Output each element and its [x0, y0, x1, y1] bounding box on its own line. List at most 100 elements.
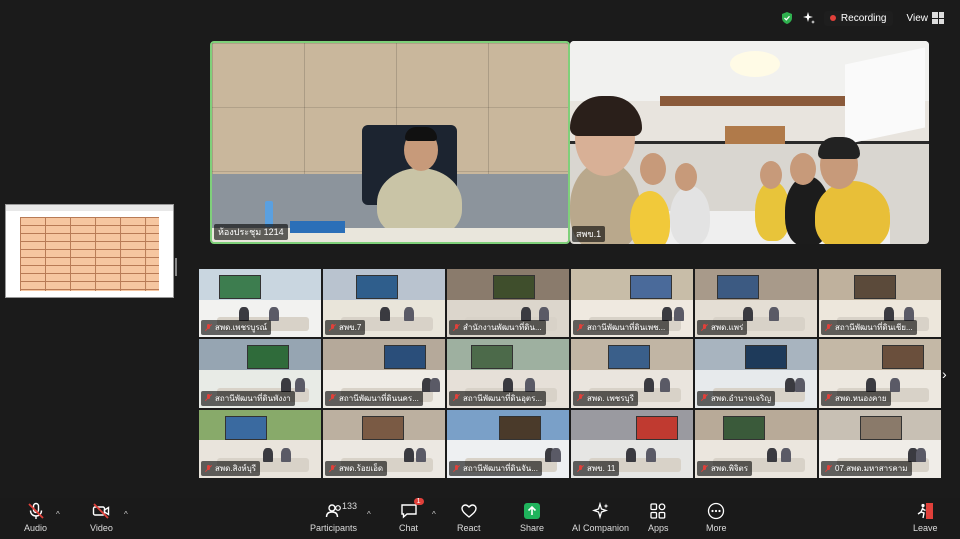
- room-person: [646, 448, 656, 462]
- react-button[interactable]: React: [457, 502, 481, 533]
- chat-button[interactable]: 1 Chat: [399, 498, 424, 533]
- gallery-tile[interactable]: สพด.แพร่: [695, 269, 817, 338]
- room-person: [239, 307, 249, 322]
- view-button[interactable]: View: [901, 10, 951, 26]
- room-screen: [493, 275, 535, 299]
- room-person: [521, 307, 531, 322]
- share-label: Share: [520, 523, 545, 533]
- active-speaker-video[interactable]: ห้องประชุม 1214: [210, 41, 570, 244]
- gallery-tile-name: สพด.อำนาจเจริญ: [711, 393, 772, 403]
- mic-muted-icon: [329, 394, 336, 402]
- room-screen: [745, 345, 787, 370]
- video-label: Video: [90, 523, 113, 533]
- gallery-tile-name: สถานีพัฒนาที่ดินเพช...: [587, 323, 666, 333]
- gallery-tile-name: สพด.พิจิตร: [711, 464, 749, 473]
- gallery-tile-name: สพข.7: [339, 323, 362, 333]
- gallery-tile-name-tag: สพด. เพชรบุรี: [573, 390, 638, 406]
- share-button[interactable]: Share: [520, 502, 544, 533]
- gallery-tile-name-tag: 07.สพด.มหาสารคาม: [821, 461, 912, 476]
- chat-icon-wrap: 1: [400, 498, 424, 520]
- gallery-tile-name-tag: สพด.แพร่: [697, 320, 748, 336]
- gallery-tile[interactable]: สพด.สิงห์บุรี: [199, 409, 321, 478]
- gallery-tile-name-tag: สพด.เพชรบูรณ์: [201, 320, 272, 336]
- participants-options-caret[interactable]: ^: [367, 510, 371, 519]
- gallery-tile[interactable]: สำนักงานพัฒนาที่ดิน...: [447, 269, 569, 338]
- gallery-tile[interactable]: สพด. เพชรบุรี: [571, 339, 693, 408]
- room-screen: [471, 345, 513, 370]
- gallery-tile-name-tag: สถานีพัฒนาที่ดินเพช...: [573, 320, 670, 336]
- audio-options-caret[interactable]: ^: [56, 510, 60, 519]
- gallery-tile[interactable]: สถานีพัฒนาที่ดินเพช...: [571, 269, 693, 338]
- apps-button[interactable]: Apps: [648, 502, 669, 533]
- mic-muted-icon: [577, 464, 584, 473]
- gallery-tile[interactable]: สถานีพัฒนาที่ดินจัน...: [447, 409, 569, 478]
- view-label: View: [906, 12, 929, 24]
- gallery-tile[interactable]: สพด.ร้อยเอ็ด: [323, 409, 445, 478]
- recording-indicator[interactable]: Recording: [823, 10, 893, 26]
- leave-button[interactable]: Leave: [913, 502, 938, 533]
- audio-label: Audio: [24, 523, 48, 533]
- room-screen: [854, 275, 896, 299]
- audio-button[interactable]: Audio: [24, 502, 47, 533]
- gallery-tile[interactable]: สถานีพัฒนาที่ดินอุตร...: [447, 339, 569, 408]
- mic-muted-icon: [453, 464, 460, 473]
- room-person: [525, 377, 535, 392]
- ai-companion-label: AI Companion: [572, 523, 630, 533]
- ai-sparkle-icon: [591, 502, 609, 520]
- mic-muted-icon: [825, 464, 832, 473]
- gallery-tile[interactable]: สพข.7: [323, 269, 445, 338]
- room-person: [644, 377, 654, 392]
- gallery-tile-name: 07.สพด.มหาสารคาม: [835, 464, 908, 473]
- ceiling-light: [730, 51, 780, 77]
- recording-dot-icon: [829, 15, 836, 21]
- video-button[interactable]: Video: [90, 502, 113, 533]
- room-screen: [723, 415, 765, 440]
- participant-video-room[interactable]: สพข.1: [570, 41, 929, 244]
- mic-muted-icon: [825, 323, 832, 332]
- video-options-caret[interactable]: ^: [124, 510, 128, 519]
- gallery-tile[interactable]: สพด.เพชรบูรณ์: [199, 269, 321, 338]
- more-button[interactable]: More: [706, 502, 727, 533]
- gallery-tile[interactable]: สถานีพัฒนาที่ดินพังงา: [199, 339, 321, 408]
- panel-resize-handle[interactable]: [175, 258, 177, 276]
- room-person: [743, 307, 753, 322]
- more-label: More: [706, 523, 727, 533]
- room-person: [626, 448, 636, 462]
- gallery-tile[interactable]: 07.สพด.มหาสารคาม: [819, 409, 941, 478]
- gallery-tile-name-tag: สพข. 11: [573, 461, 620, 476]
- room-screen: [384, 345, 426, 370]
- gallery-tile-name: สำนักงานพัฒนาที่ดิน...: [463, 323, 542, 333]
- next-page-arrow-icon[interactable]: ›: [942, 366, 952, 382]
- gallery-tile[interactable]: สถานีพัฒนาที่ดินนคร...: [323, 339, 445, 408]
- room2-name-tag: สพข.1: [572, 226, 606, 242]
- chat-options-caret[interactable]: ^: [432, 510, 436, 519]
- react-label: React: [457, 523, 481, 533]
- gallery-view: สพด.เพชรบูรณ์ สพข.7 สำนักงานพัฒนาที่ดิน...…: [199, 269, 941, 478]
- shared-document-thumbnail[interactable]: [5, 204, 174, 298]
- mic-muted-icon: [205, 464, 212, 473]
- chat-bubble-icon: [400, 504, 417, 519]
- encryption-shield-icon[interactable]: [780, 11, 794, 25]
- speaker-name: ห้องประชุม 1214: [218, 227, 284, 237]
- gallery-tile-name: สพด.แพร่: [711, 323, 744, 333]
- room-screen: [636, 415, 678, 440]
- gallery-tile-name: สพด. เพชรบุรี: [587, 393, 634, 403]
- gallery-tile-name: สพด.ร้อยเอ็ด: [339, 464, 384, 473]
- room-person: [660, 377, 670, 392]
- gallery-tile[interactable]: สพข. 11: [571, 409, 693, 478]
- gallery-tile[interactable]: สพด.หนองคาย: [819, 339, 941, 408]
- room-screen: [219, 275, 261, 299]
- gallery-tile[interactable]: สพด.อำนาจเจริญ: [695, 339, 817, 408]
- more-dots-icon: [708, 502, 725, 520]
- ai-companion-sparkle-icon[interactable]: [802, 11, 816, 25]
- mic-muted-icon: [329, 464, 336, 473]
- gallery-tile[interactable]: สถานีพัฒนาที่ดินเชีย...: [819, 269, 941, 338]
- gallery-tile-name-tag: สถานีพัฒนาที่ดินจัน...: [449, 461, 542, 476]
- ai-companion-button[interactable]: AI Companion: [572, 502, 629, 533]
- document-table-preview: [20, 217, 159, 291]
- gallery-tile-name-tag: สพด.สิงห์บุรี: [201, 461, 261, 476]
- room-person: [767, 448, 777, 462]
- room-person: [281, 448, 291, 462]
- gallery-tile[interactable]: สพด.พิจิตร: [695, 409, 817, 478]
- gallery-tile-name-tag: สพด.ร้อยเอ็ด: [325, 461, 388, 476]
